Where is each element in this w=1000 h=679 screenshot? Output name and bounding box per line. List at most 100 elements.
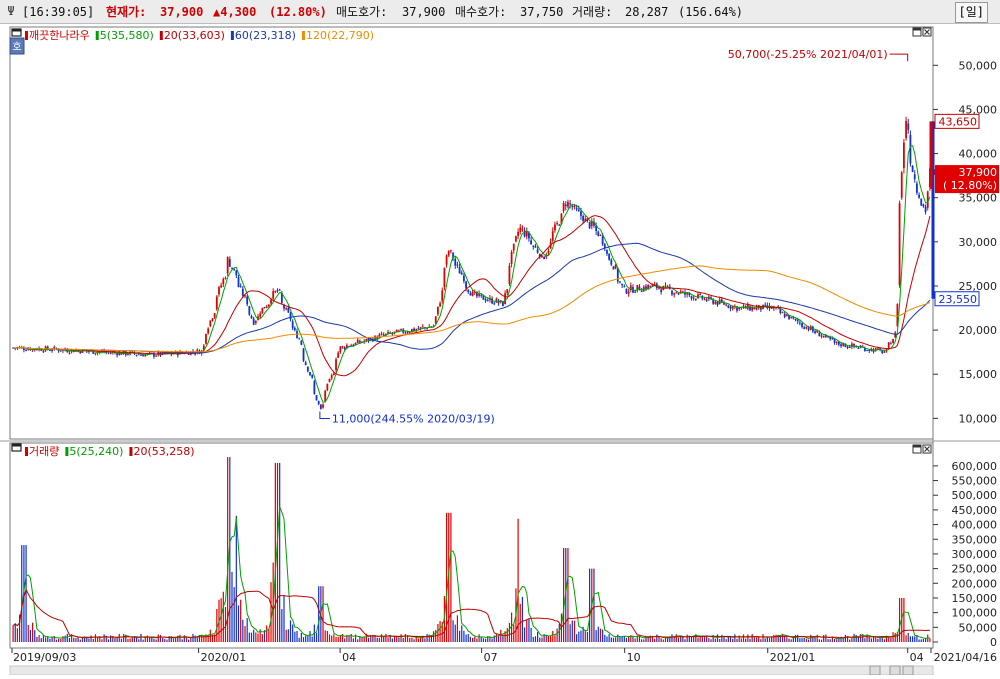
volume-bar	[467, 633, 469, 642]
volume-bar	[120, 638, 123, 642]
candle-body	[805, 326, 808, 329]
volume-bar	[753, 637, 755, 642]
volume-bar	[476, 638, 478, 642]
volume-bar	[602, 629, 604, 642]
volume-bar	[478, 634, 480, 642]
volume-bar	[643, 639, 645, 642]
candle-body	[716, 301, 719, 306]
candle-body	[298, 338, 301, 340]
volume-bar	[844, 634, 846, 642]
volume-bar	[760, 639, 762, 642]
candle-body	[671, 290, 673, 295]
candle-body	[241, 288, 244, 296]
volume-bar	[16, 628, 19, 642]
volume-bar	[237, 605, 240, 642]
volume-bar	[129, 638, 131, 642]
volume-bar	[287, 629, 289, 642]
candle-body	[890, 343, 892, 345]
volume-bar	[584, 631, 586, 642]
volume-bar	[662, 639, 664, 642]
volume-bar	[714, 638, 716, 642]
scroll-left-button[interactable]	[869, 665, 881, 676]
volume-bar	[716, 634, 719, 642]
volume-bar	[281, 609, 283, 642]
volume-bar	[172, 638, 175, 642]
volume-bar	[398, 637, 400, 642]
volume-bar	[181, 639, 183, 642]
candle-body	[263, 306, 266, 309]
volume-bar	[604, 634, 606, 642]
volume-bar	[42, 635, 45, 642]
volume-bar	[526, 619, 528, 642]
candle-body	[42, 351, 45, 353]
candle-body	[840, 344, 842, 347]
volume-value: 28,287	[625, 5, 669, 19]
candle-body	[580, 211, 582, 216]
volume-bar	[530, 627, 532, 642]
candle-body	[228, 259, 231, 267]
volume-bar	[62, 636, 64, 642]
volume-bar	[773, 634, 775, 642]
candle-body	[254, 320, 257, 323]
scrollbar-track[interactable]	[9, 665, 934, 676]
candle-body	[456, 264, 459, 266]
chart-area: 호 50,000 45,000 40,000 35,000 30,000 25,000 20…	[0, 24, 1000, 676]
candle-body	[690, 296, 693, 299]
candle-body	[480, 294, 483, 296]
volume-bar	[836, 639, 838, 642]
volume-bar	[60, 638, 62, 642]
candle-body	[439, 303, 441, 307]
candle-body	[413, 328, 415, 331]
volume-bar	[101, 639, 103, 642]
volume-bar	[99, 637, 101, 642]
scroll-right-button[interactable]	[889, 665, 901, 676]
volume-bar	[580, 630, 582, 642]
volume-bar	[88, 638, 90, 642]
volume-bar	[762, 634, 764, 642]
volume-bar	[92, 638, 94, 642]
candle-body	[421, 326, 424, 328]
volume-bar	[298, 637, 300, 642]
volume-bar	[599, 628, 602, 642]
period-button[interactable]: [일]	[954, 2, 988, 23]
candle-body	[920, 198, 923, 206]
volume-bar	[480, 637, 482, 642]
volume-bar	[391, 638, 393, 642]
volume-bar	[682, 636, 684, 642]
candle-body	[469, 293, 472, 296]
volume-bar	[589, 568, 591, 642]
volume-bar	[922, 638, 925, 642]
zoom-in-button[interactable]	[902, 665, 914, 676]
volume-bar	[385, 633, 387, 642]
volume-bar	[660, 638, 662, 642]
volume-bar	[623, 636, 625, 642]
volume-bar	[723, 636, 725, 642]
volume-tick-label: 550,000	[952, 475, 998, 488]
candle-body	[697, 294, 699, 299]
candle-body	[23, 348, 25, 350]
volume-bar	[833, 639, 836, 642]
volume-bar	[166, 639, 168, 642]
candle-body	[443, 267, 446, 288]
volume-bar	[257, 633, 259, 642]
candle-body	[450, 250, 452, 252]
volume-bar	[710, 639, 712, 642]
legend-swatch	[95, 31, 99, 40]
price-panel-frame	[9, 26, 934, 440]
candle-body	[619, 281, 621, 283]
candle-body	[404, 332, 407, 334]
x-axis-label: 2021/04/16	[934, 651, 997, 664]
candle-body	[222, 278, 225, 285]
candle-body	[341, 346, 344, 348]
volume-bar	[357, 639, 359, 642]
x-axis-label: 07	[484, 651, 498, 664]
candle-body	[564, 204, 567, 207]
candle-body	[649, 285, 652, 287]
volume-bar	[49, 638, 51, 642]
candle-body	[692, 297, 695, 299]
volume-tick-label: 450,000	[952, 504, 998, 517]
candle-body	[127, 354, 129, 356]
volume-bar	[328, 634, 331, 642]
candle-body	[224, 277, 227, 279]
tuning-fork-icon[interactable]: Ψ	[4, 3, 18, 19]
